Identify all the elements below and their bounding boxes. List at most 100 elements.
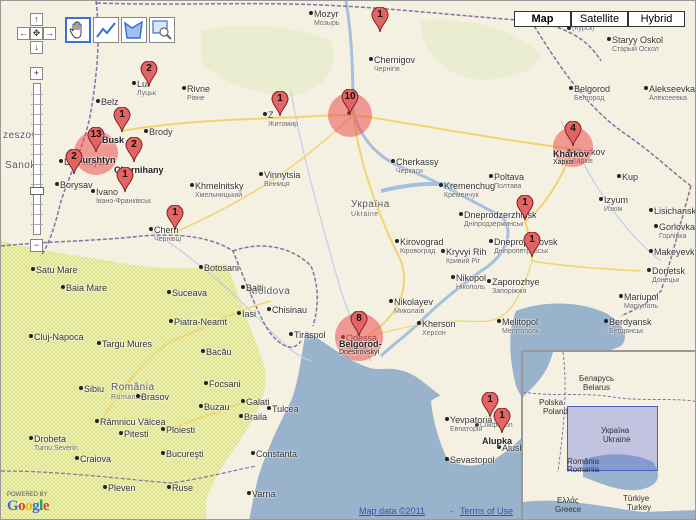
city-label-khmelnitsky[interactable]: Khmelnitsky Хмельницький — [195, 181, 244, 201]
city-label-sevastopol[interactable]: Sevastopol — [450, 455, 495, 465]
city-name: Galati — [246, 397, 270, 407]
city-name: Craiova — [80, 454, 112, 464]
city-label-nikopol[interactable]: Nikopol Нікополь — [456, 273, 486, 293]
city-label-kremenchug[interactable]: Kremenchug Кременчук — [444, 181, 495, 201]
city-label-belz[interactable]: Belz — [101, 97, 119, 107]
city-label-gorlovka[interactable]: Gorlovka Горлівка — [659, 222, 695, 242]
city-label-varna[interactable]: Varna — [252, 489, 275, 499]
city-label-lisichansk[interactable]: Lisichansk — [654, 206, 695, 216]
city-native-name: Нікополь — [456, 284, 485, 291]
city-label-buzau[interactable]: Buzau — [204, 402, 230, 412]
city-label-staryy-oskol[interactable]: Staryy Oskol Старый Оскол — [612, 35, 663, 55]
city-label-galati[interactable]: Galati — [246, 397, 270, 407]
terms-of-use-link[interactable]: Terms of Use — [460, 506, 513, 516]
city-label-tulcea[interactable]: Tulcea — [272, 404, 299, 414]
city-native-name: Рівне — [187, 95, 205, 102]
city-dot-sibiu — [79, 386, 83, 390]
zoom-box-tool-button[interactable] — [149, 17, 175, 43]
city-label-zaporozhye[interactable]: Zaporozhye Запоріжжя — [492, 277, 540, 297]
city-label-drobeta[interactable]: Drobeta Turnu Severin — [34, 434, 78, 454]
city-name: Chisinau — [272, 305, 308, 315]
city-label-mariupol[interactable]: Mariupol Маріуполь — [624, 292, 659, 312]
city-label-chisinau[interactable]: Chisinau — [272, 305, 307, 315]
overview-label-ov-belarus: Беларусь — [579, 374, 614, 383]
zoom-slider-track[interactable] — [31, 83, 43, 235]
city-label-bucuresti[interactable]: Bucureşti — [166, 449, 204, 459]
city-label-donetsk[interactable]: Donetsk Донецьк — [652, 266, 685, 286]
pan-up-button[interactable]: ↑ — [30, 13, 43, 26]
map-type-map-button[interactable]: Map — [514, 11, 571, 27]
city-label-borysav[interactable]: Borysav — [60, 180, 93, 190]
map-type-satellite-button[interactable]: Satellite — [571, 11, 628, 27]
overview-label-ov-ellas: Ελλάς — [557, 496, 579, 505]
pan-right-button[interactable]: → — [43, 27, 56, 40]
city-label-vinnytsia[interactable]: Vinnytsia Вінниця — [264, 170, 300, 190]
city-label-focsani[interactable]: Focsani — [209, 379, 241, 389]
city-label-brasov[interactable]: Brasov — [141, 392, 169, 402]
city-label-botosani[interactable]: Botosani — [204, 263, 239, 273]
cluster-count: 1 — [377, 9, 383, 20]
city-label-suceava[interactable]: Suceava — [172, 288, 207, 298]
map-view[interactable]: Україна Ukraine Moldova România Romania zeszo… — [0, 0, 696, 520]
zoom-out-button[interactable]: − — [30, 239, 43, 252]
city-label-targu-mures[interactable]: Targu Mures — [102, 339, 152, 349]
cluster-count: 1 — [122, 169, 128, 180]
city-label-cluj-napoca[interactable]: Cluj-Napoca — [34, 332, 84, 342]
city-label-ploiesti[interactable]: Ploiesti — [166, 425, 195, 435]
city-label-brody[interactable]: Brody — [149, 127, 173, 137]
city-dot-mozyr — [309, 11, 313, 15]
city-label-piatra-neamt[interactable]: Piatra-Neamt — [174, 317, 227, 327]
city-label-braila[interactable]: Braila — [244, 412, 267, 422]
city-label-kupiansk[interactable]: Kup — [622, 172, 638, 182]
city-name: Cluj-Napoca — [34, 332, 84, 342]
city-label-alekseevka[interactable]: Alekseevka Алексеевка — [649, 84, 695, 104]
city-label-bacau[interactable]: Bacău — [206, 347, 232, 357]
city-dot-tulcea — [267, 406, 271, 410]
pan-down-button[interactable]: ↓ — [30, 41, 43, 54]
zoom-slider-knob[interactable] — [30, 187, 44, 195]
zoom-in-button[interactable]: + — [30, 67, 43, 80]
city-label-izyum[interactable]: Izyum Изюм — [604, 195, 628, 215]
city-label-ruse[interactable]: Ruse — [172, 483, 193, 493]
google-logo[interactable]: POWERED BY Google — [7, 492, 50, 515]
city-label-krivyy-rih[interactable]: Kryvyi Rih Кривий Ріг — [446, 247, 487, 267]
city-label-pleven[interactable]: Pleven — [108, 483, 136, 493]
city-label-baia-mare[interactable]: Baia Mare — [66, 283, 107, 293]
city-label-iasi[interactable]: Iasi — [242, 309, 256, 319]
pan-center-button[interactable]: ✥ — [30, 27, 43, 40]
city-label-pitesti[interactable]: Pitesti — [124, 429, 149, 439]
city-native-name: Turnu Severin — [34, 445, 78, 452]
overview-label-ov-polska: Polska — [539, 398, 564, 407]
city-label-tiraspol[interactable]: Tiraspol — [294, 330, 326, 340]
city-label-makeyevka[interactable]: Makeyevka — [654, 247, 695, 257]
city-name: Satu Mare — [36, 265, 78, 275]
city-label-satu-mare[interactable]: Satu Mare — [36, 265, 78, 275]
city-label-poltava[interactable]: Poltava Полтава — [494, 172, 524, 192]
city-label-chernigov[interactable]: Chernigov Чернігів — [374, 55, 415, 75]
map-data-link[interactable]: Map data ©2011 — [359, 506, 425, 516]
hand-tool-button[interactable] — [65, 17, 91, 43]
city-label-balti[interactable]: Balti — [246, 283, 264, 293]
polyline-tool-button[interactable] — [93, 17, 119, 43]
city-dot-chisinau — [267, 307, 271, 311]
city-label-kirovograd[interactable]: Kirovograd Кіровоград — [400, 237, 444, 257]
city-label-mozyr[interactable]: Mozyr Мозырь — [314, 9, 340, 29]
city-label-belgorod[interactable]: Belgorod Белгород — [574, 84, 610, 104]
city-label-cherkassy[interactable]: Cherkassy Черкаси — [396, 157, 439, 177]
city-name: Mozyr — [314, 9, 339, 19]
city-dot-berdyansk — [604, 319, 608, 323]
city-label-sibiu[interactable]: Sibiu — [84, 384, 104, 394]
map-type-hybrid-button[interactable]: Hybrid — [628, 11, 685, 27]
city-label-constanta[interactable]: Constanta — [256, 449, 297, 459]
city-label-kherson[interactable]: Kherson Херсон — [422, 319, 456, 339]
city-name: Kremenchug — [444, 181, 496, 191]
city-label-craiova[interactable]: Craiova — [80, 454, 111, 464]
city-label-rovny[interactable]: Rivne Рівне — [187, 84, 210, 104]
pan-left-button[interactable]: ← — [17, 27, 30, 40]
polygon-tool-button[interactable] — [121, 17, 147, 43]
city-label-ramnicu-valcea[interactable]: Râmnicu Vâlcea — [100, 417, 166, 427]
overview-map[interactable]: Беларусь Belarus Polska Poland Україна Ukrain… — [521, 350, 695, 519]
city-label-nikolayev[interactable]: Nikolayev Миколаїв — [394, 297, 433, 317]
city-label-berdyansk[interactable]: Berdyansk Бердянськ — [609, 317, 652, 337]
city-label-melitopol[interactable]: Melitopol Мелітополь — [502, 317, 540, 337]
